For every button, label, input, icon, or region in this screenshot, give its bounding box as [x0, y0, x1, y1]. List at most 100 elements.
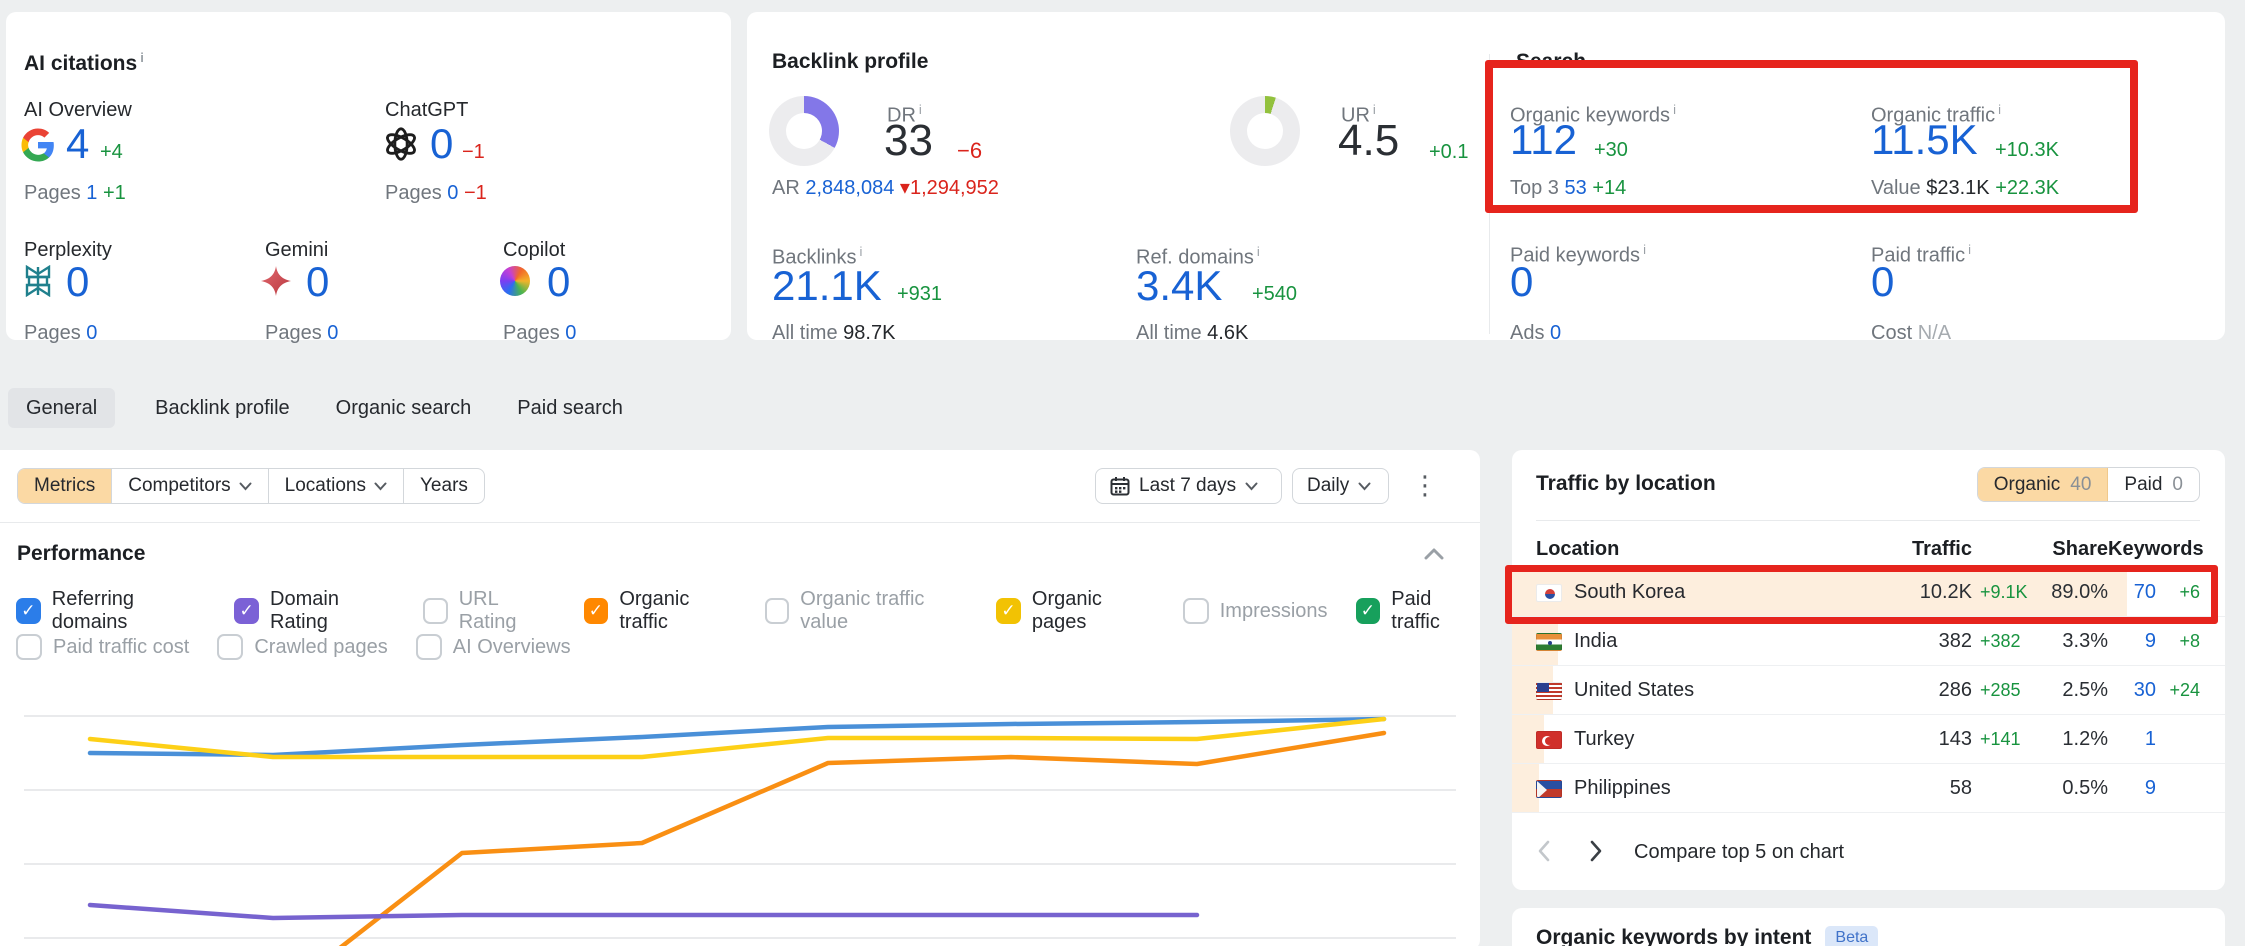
chatgpt-pages-value[interactable]: 0 [447, 182, 458, 204]
ads-value[interactable]: 0 [1550, 322, 1561, 344]
collapse-chevron-up-icon[interactable] [1424, 548, 1444, 560]
table-row-india[interactable]: India 382 +382 3.3% 9 +8 [1512, 617, 2225, 666]
years-button[interactable]: Years [404, 469, 484, 503]
performance-title: Performance [17, 542, 145, 566]
gemini-icon [261, 266, 291, 296]
table-row-south-korea[interactable]: South Korea 10.2K +9.1K 89.0% 70 +6 [1512, 568, 2225, 617]
checkbox-paid-traffic[interactable]: ✓Paid traffic [1356, 588, 1480, 634]
checkbox-icon: ✓ [16, 598, 41, 624]
ref-domains-delta: +540 [1252, 282, 1297, 306]
table-row-philippines[interactable]: Philippines 58 0.5% 9 [1512, 764, 2225, 813]
tab-backlink-profile[interactable]: Backlink profile [149, 388, 296, 428]
checkbox-icon [217, 634, 243, 660]
ur-donut-chart [1230, 96, 1300, 166]
info-icon[interactable]: i [859, 244, 862, 259]
keywords-by-intent-title: Organic keywords by intent [1536, 926, 1811, 946]
flag-south-korea-icon [1536, 584, 1562, 602]
checkbox-organic-traffic-value[interactable]: Organic traffic value [765, 588, 969, 634]
paid-traffic-value[interactable]: 0 [1871, 260, 1894, 304]
perplexity-value: 0 [66, 260, 89, 304]
flag-united-states-icon [1536, 682, 1562, 700]
chevron-down-icon [1358, 482, 1371, 491]
checkbox-icon: ✓ [234, 598, 259, 624]
granularity-dropdown[interactable]: Daily [1292, 468, 1389, 504]
flag-turkey-icon [1536, 731, 1562, 749]
column-location: Location [1536, 538, 1886, 561]
checkbox-icon [765, 598, 790, 624]
copilot-pages: Pages 0 [503, 321, 576, 345]
chatgpt-delta: −1 [462, 140, 485, 164]
ai-overview-pages: Pages 1 +1 [24, 181, 126, 205]
ref-domains-value[interactable]: 3.4K [1136, 264, 1222, 308]
info-icon[interactable]: i [1257, 244, 1260, 259]
checkbox-ai-overviews[interactable]: AI Overviews [416, 634, 571, 660]
organic-keywords-value[interactable]: 112 [1510, 118, 1577, 162]
checkbox-referring-domains[interactable]: ✓Referring domains [16, 588, 206, 634]
paid-keywords-value[interactable]: 0 [1510, 260, 1533, 304]
chevron-down-icon [239, 482, 252, 491]
tab-general[interactable]: General [8, 388, 115, 428]
info-icon[interactable]: i [1643, 242, 1646, 257]
backlinks-alltime: All time 98.7K [772, 321, 895, 345]
traffic-by-location-card: Traffic by location Organic 40 Paid 0 Lo… [1512, 450, 2225, 890]
ur-delta: +0.1 [1429, 140, 1468, 164]
info-icon[interactable]: i [1373, 102, 1376, 117]
perplexity-pages-value[interactable]: 0 [86, 322, 97, 344]
organic-traffic-value[interactable]: 11.5K [1871, 118, 1978, 162]
chevron-down-icon [1245, 482, 1258, 491]
ai-citations-title: AI citationsi [24, 50, 144, 76]
backlinks-value[interactable]: 21.1K [772, 264, 882, 308]
next-page-icon[interactable] [1588, 840, 1604, 862]
copilot-pages-value[interactable]: 0 [565, 322, 576, 344]
ar-row: AR 2,848,084 ▾1,294,952 [772, 176, 999, 200]
competitors-dropdown[interactable]: Competitors [112, 469, 268, 503]
compare-top5-link[interactable]: Compare top 5 on chart [1634, 840, 1844, 864]
cost-row: Cost N/A [1871, 321, 1951, 345]
ai-overview-pages-value[interactable]: 1 [86, 182, 97, 204]
date-range-dropdown[interactable]: Last 7 days [1095, 468, 1282, 504]
copilot-icon [500, 266, 530, 296]
more-options-icon[interactable]: ⋮ [1412, 470, 1438, 501]
chart-controls-group: Metrics Competitors Locations Years [17, 468, 485, 504]
chatgpt-icon [382, 125, 420, 163]
checkbox-paid-traffic-cost[interactable]: Paid traffic cost [16, 634, 189, 660]
section-divider [1489, 54, 1490, 334]
organic-count: 40 [2070, 474, 2091, 496]
checkbox-icon [1183, 598, 1209, 624]
checkbox-domain-rating[interactable]: ✓Domain Rating [234, 588, 395, 634]
beta-badge: Beta [1825, 926, 1878, 946]
ar-value[interactable]: 2,848,084 [805, 177, 894, 199]
top3-value[interactable]: 53 [1565, 177, 1587, 199]
info-icon[interactable]: i [140, 50, 144, 65]
backlink-profile-title: Backlink profile [772, 50, 928, 74]
down-triangle-icon: ▾ [900, 177, 910, 199]
backlink-search-card: Backlink profile DRi 33 −6 AR 2,848,084 … [747, 12, 2225, 340]
ai-overview-delta: +4 [100, 140, 123, 164]
info-icon[interactable]: i [1998, 102, 2001, 117]
chevron-down-icon [374, 482, 387, 491]
paid-toggle-button[interactable]: Paid 0 [2108, 468, 2199, 501]
table-row-united-states[interactable]: United States 286 +285 2.5% 30 +24 [1512, 666, 2225, 715]
checkbox-organic-traffic[interactable]: ✓Organic traffic [584, 588, 737, 634]
gemini-pages-value[interactable]: 0 [327, 322, 338, 344]
tab-paid-search[interactable]: Paid search [511, 388, 629, 428]
table-row-turkey[interactable]: Turkey 143 +141 1.2% 1 [1512, 715, 2225, 764]
checkbox-url-rating[interactable]: URL Rating [423, 588, 556, 634]
info-icon[interactable]: i [1968, 242, 1971, 257]
metrics-button[interactable]: Metrics [18, 469, 112, 503]
performance-line-chart[interactable] [0, 690, 1480, 946]
metric-checkbox-row-1: ✓Referring domains ✓Domain Rating URL Ra… [16, 588, 1480, 634]
checkbox-organic-pages[interactable]: ✓Organic pages [996, 588, 1155, 634]
section-tabs: General Backlink profile Organic search … [8, 388, 629, 428]
organic-toggle-button[interactable]: Organic 40 [1978, 468, 2109, 501]
checkbox-icon: ✓ [584, 598, 609, 624]
info-icon[interactable]: i [919, 102, 922, 117]
keywords-by-intent-card: Organic keywords by intent Beta [1512, 908, 2225, 946]
locations-dropdown[interactable]: Locations [269, 469, 404, 503]
checkbox-crawled-pages[interactable]: Crawled pages [217, 634, 387, 660]
info-icon[interactable]: i [1673, 102, 1676, 117]
checkbox-impressions[interactable]: Impressions [1183, 598, 1328, 624]
tab-organic-search[interactable]: Organic search [330, 388, 478, 428]
checkbox-icon [423, 598, 448, 624]
header-divider [1536, 520, 2200, 521]
